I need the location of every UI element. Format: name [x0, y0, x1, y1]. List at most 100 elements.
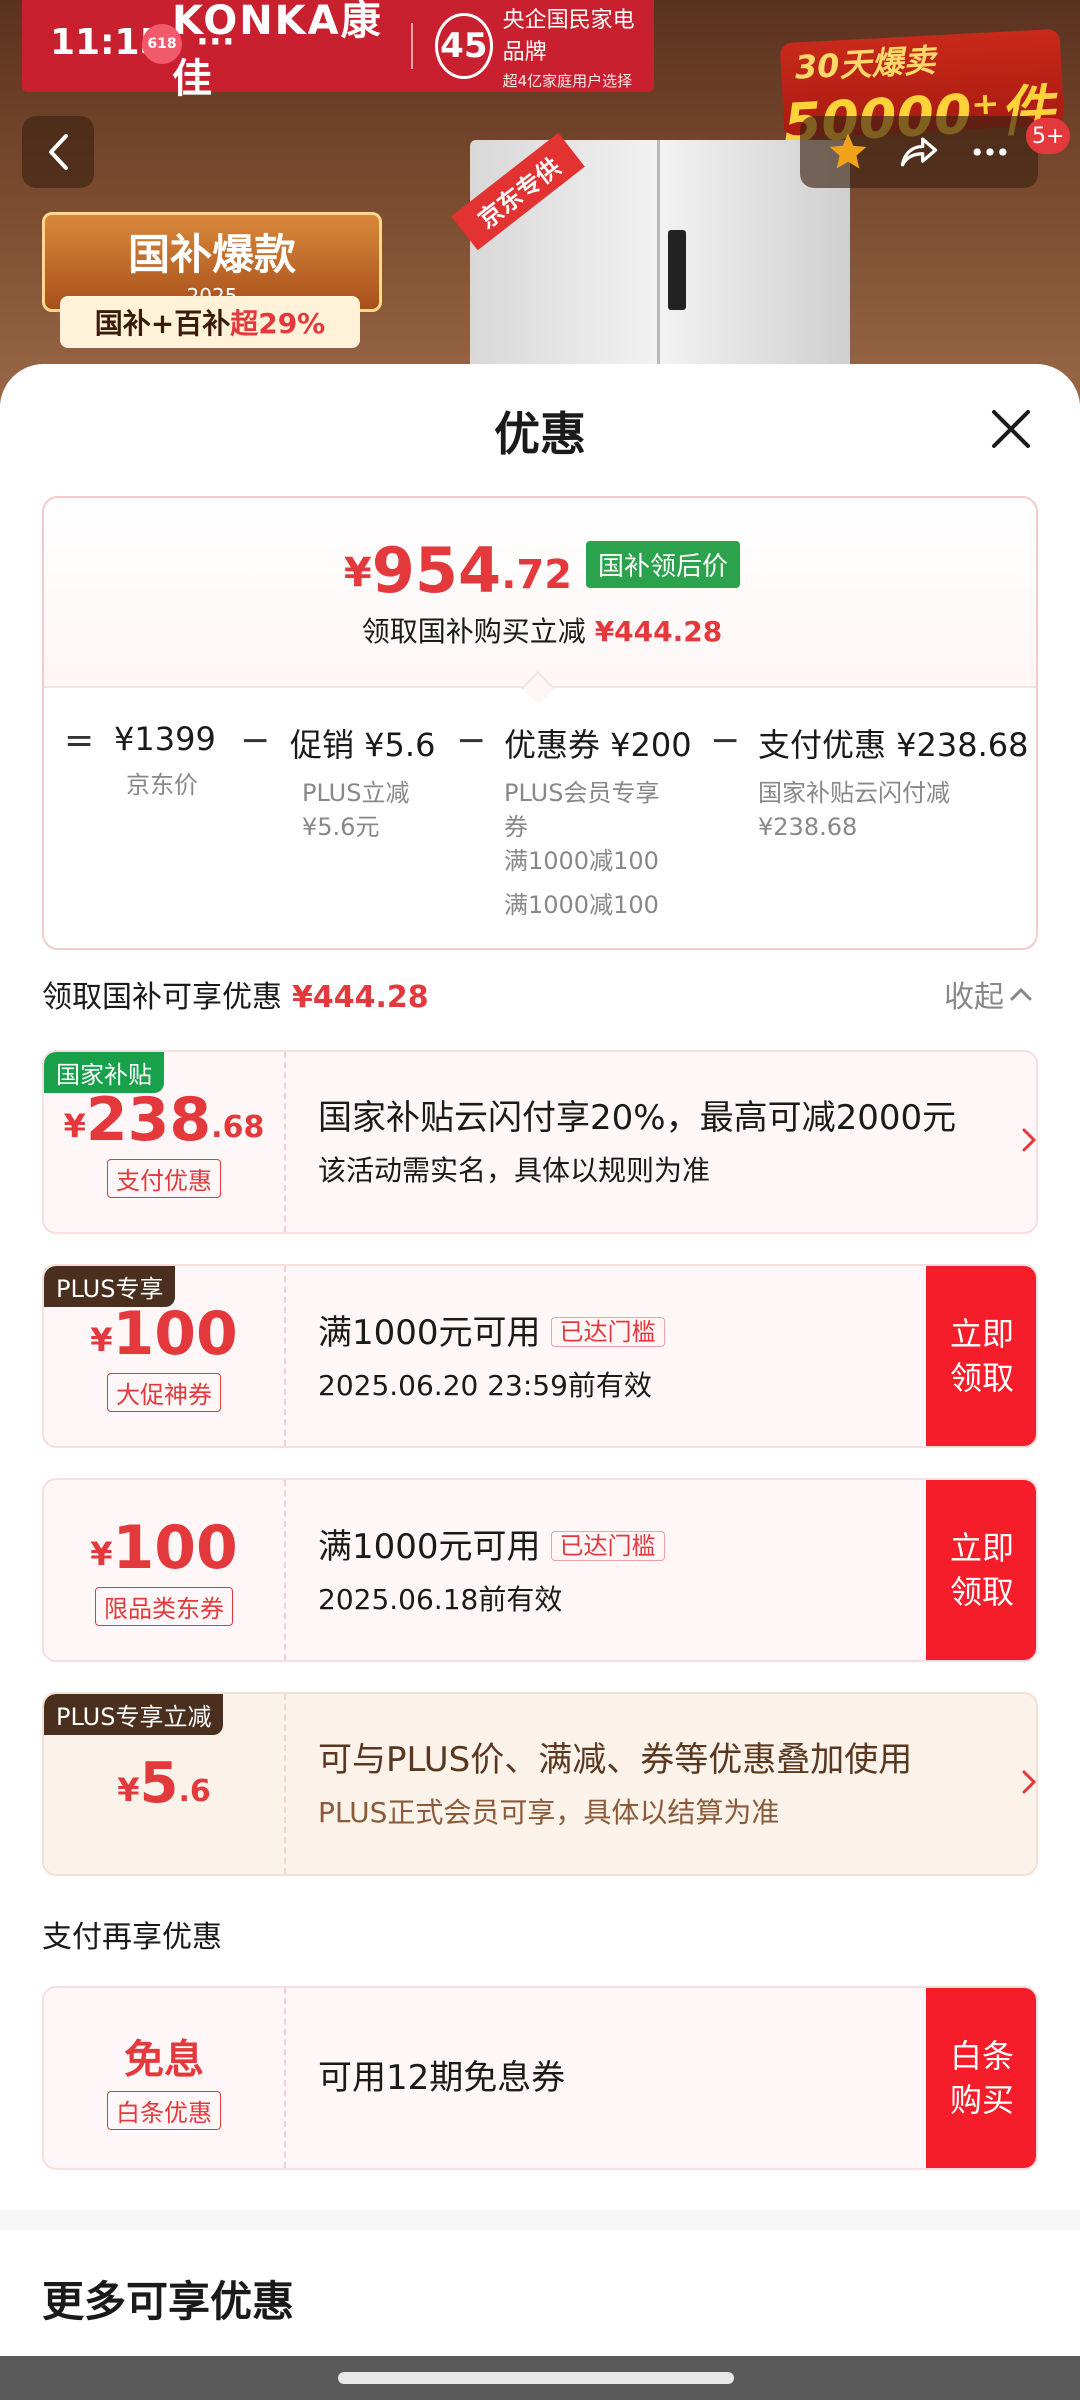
claim-coupon-button[interactable]: 立即领取 — [926, 1266, 1036, 1446]
star-icon[interactable] — [826, 130, 870, 174]
coupon-currency: ¥ — [90, 1320, 113, 1359]
breakdown-sub-line: 京东价 — [126, 771, 198, 799]
price-decimal: .72 — [501, 552, 573, 598]
price-breakdown: = ¥1399 京东价 − 促销 ¥5.6 PLUS立减 ¥5.6元 − 优惠券… — [44, 708, 1040, 948]
breakdown-item-payment: 支付优惠 ¥238.68 国家补贴云闪付减 ¥238.68 — [758, 720, 1029, 844]
back-button[interactable] — [22, 116, 94, 188]
subsidy-section-label: 领取国补可享优惠 — [42, 980, 282, 1015]
gesture-bar — [0, 2356, 1080, 2400]
coupon-threshold: 满1000元可用 — [318, 1526, 541, 1567]
breakdown-sub: 国家补贴云闪付减 ¥238.68 — [758, 776, 1029, 844]
final-price: ¥ 954 .72 国补领后价 — [44, 540, 1040, 602]
chevron-right-icon — [1022, 1770, 1036, 1794]
coupon-threshold: 满1000元可用 — [318, 1312, 541, 1353]
price-reduction-line: 领取国补购买立减 ¥444.28 — [44, 610, 1040, 650]
coupon-type-pill: 大促神券 — [107, 1372, 221, 1412]
chevron-up-icon — [1010, 987, 1032, 1001]
collapse-toggle[interactable]: 收起 — [944, 972, 1032, 1016]
breakdown-sub-line: ¥5.6元 — [302, 813, 380, 841]
breakdown-sub-line: 满1000减100 — [504, 847, 659, 875]
collapse-label: 收起 — [944, 980, 1004, 1015]
interest-free-title: 免息 — [124, 2036, 204, 2083]
coupon-currency: ¥ — [63, 1106, 86, 1145]
price-reduction-text: 领取国补购买立减 — [361, 615, 586, 648]
pointer-arrow — [521, 671, 555, 705]
threshold-met-tag: 已达门槛 — [550, 1316, 665, 1347]
breakdown-sub: PLUS会员专享 券 满1000减100 满1000减100 — [504, 776, 692, 922]
price-summary: ¥ 954 .72 国补领后价 领取国补购买立减 ¥444.28 = ¥1399… — [42, 496, 1038, 950]
slogan-line-1: 央企国民家电品牌 — [502, 7, 635, 65]
promo-subtitle: 国补+百补 超29% — [60, 296, 360, 348]
breakdown-item-coupon: 优惠券 ¥200 PLUS会员专享 券 满1000减100 满1000减100 — [504, 720, 692, 922]
brand-divider — [411, 23, 414, 69]
more-offers-title: 更多可享优惠 — [42, 2277, 295, 2326]
coupon-type-pill: 支付优惠 — [107, 1158, 221, 1198]
minus-sign: − — [710, 720, 741, 761]
promo-sub-highlight: 超29% — [230, 307, 326, 340]
final-price-panel: ¥ 954 .72 国补领后价 领取国补购买立减 ¥444.28 — [44, 498, 1036, 705]
claim-coupon-label: 立即领取 — [949, 1529, 1014, 1611]
coupon-value: ¥ 100 限品类东券 — [44, 1480, 284, 1660]
app-618-icon: 618 — [142, 24, 182, 64]
coupon-divider — [284, 1052, 286, 1232]
coupon-details: 可与PLUS价、满减、券等优惠叠加使用 PLUS正式会员可享，具体以结算为准 — [318, 1694, 958, 1874]
coupon-currency: ¥ — [117, 1771, 140, 1809]
coupon-amount-integer: 238 — [85, 1084, 212, 1155]
breakdown-sub-line: PLUS会员专享 — [504, 779, 660, 807]
breakdown-sub: 京东价 — [114, 768, 216, 802]
home-indicator[interactable] — [338, 2372, 734, 2384]
breakdown-sub-line: PLUS立减 — [302, 779, 410, 807]
coupon-amount-decimal: .6 — [178, 1774, 211, 1809]
breakdown-sub-line: 券 — [504, 813, 528, 841]
coupon-divider — [284, 1266, 286, 1446]
coupon-details: 国家补贴云闪付享20%，最高可减2000元 该活动需实名，具体以规则为准 — [318, 1052, 958, 1232]
breakdown-sub-line: 满1000减100 — [504, 891, 659, 919]
coupon-title: 可用12期免息券 — [318, 2058, 566, 2098]
coupon-currency: ¥ — [90, 1534, 113, 1573]
coupon-card-subsidy[interactable]: ¥ 238 .68 支付优惠 国家补贴 国家补贴云闪付享20%，最高可减2000… — [42, 1050, 1038, 1234]
discount-sheet-content: 优惠 ¥ 954 .72 国补领后价 领取国补购买立减 ¥444.28 = ¥1… — [0, 364, 1080, 2210]
price-integer: 954 — [371, 534, 502, 607]
breakdown-main: ¥1399 — [114, 720, 216, 758]
baitiao-buy-button[interactable]: 白条购买 — [926, 1988, 1036, 2168]
fridge-panel — [668, 230, 686, 310]
coupon-amount: ¥ 238 .68 — [64, 1087, 265, 1153]
minus-sign: − — [240, 720, 271, 761]
breakdown-sub: PLUS立减 ¥5.6元 — [290, 776, 435, 844]
more-icon[interactable] — [968, 130, 1012, 174]
coupon-title: 满1000元可用 已达门槛 — [318, 1523, 978, 1570]
breakdown-item-promo: 促销 ¥5.6 PLUS立减 ¥5.6元 — [290, 720, 435, 844]
status-more-dots: ··· — [196, 22, 235, 62]
coupon-title: 国家补贴云闪付享20%，最高可减2000元 — [318, 1098, 957, 1138]
coupon-title: 满1000元可用 已达门槛 — [318, 1309, 978, 1356]
coupon-amount-integer: 100 — [112, 1512, 238, 1583]
coupon-divider — [284, 1694, 286, 1874]
coupon-details: 满1000元可用 已达门槛 2025.06.18前有效 — [318, 1480, 978, 1660]
subsidy-section-header: 领取国补可享优惠 ¥444.28 — [42, 972, 429, 1016]
claim-coupon-button[interactable]: 立即领取 — [926, 1480, 1036, 1660]
coupon-card-plus-discount[interactable]: ¥ 5 .6 PLUS专享立减 可与PLUS价、满减、券等优惠叠加使用 PLUS… — [42, 1692, 1038, 1876]
breakdown-main: 优惠券 ¥200 — [504, 726, 692, 764]
coupon-amount-integer: 5 — [139, 1751, 179, 1816]
coupon-divider — [284, 1480, 286, 1660]
product-hero: KONKA康佳 45 央企国民家电品牌 超4亿家庭用户选择 11:15 618 … — [0, 0, 1080, 420]
breakdown-item-jd-price: ¥1399 京东价 — [114, 720, 216, 802]
coupon-amount-decimal: .68 — [211, 1109, 265, 1145]
threshold-met-tag: 已达门槛 — [550, 1530, 665, 1561]
chevron-right-icon — [1022, 1128, 1036, 1152]
coupon-expiry: 2025.06.18前有效 — [318, 1582, 563, 1616]
claim-coupon-label: 立即领取 — [949, 1315, 1014, 1397]
installment-card: 免息 白条优惠 可用12期免息券 白条购买 — [42, 1986, 1038, 2170]
sheet-title: 优惠 — [494, 407, 586, 461]
close-icon[interactable] — [986, 404, 1036, 454]
breakdown-main: 促销 ¥5.6 — [290, 726, 436, 764]
coupon-note: 该活动需实名，具体以规则为准 — [318, 1154, 711, 1187]
coupon-details: 满1000元可用 已达门槛 2025.06.20 23:59前有效 — [318, 1266, 978, 1446]
promo-title: 国补爆款 — [127, 230, 296, 279]
payment-section-header: 支付再享优惠 — [42, 1920, 222, 1955]
coupon-type-pill: 限品类东券 — [95, 1586, 233, 1626]
coupon-corner-tag: PLUS专享立减 — [44, 1694, 224, 1735]
share-icon[interactable] — [897, 130, 941, 174]
coupon-card-plus: ¥ 100 大促神券 PLUS专享 满1000元可用 已达门槛 2025.06.2… — [42, 1264, 1038, 1448]
coupon-corner-tag: 国家补贴 — [44, 1052, 164, 1093]
